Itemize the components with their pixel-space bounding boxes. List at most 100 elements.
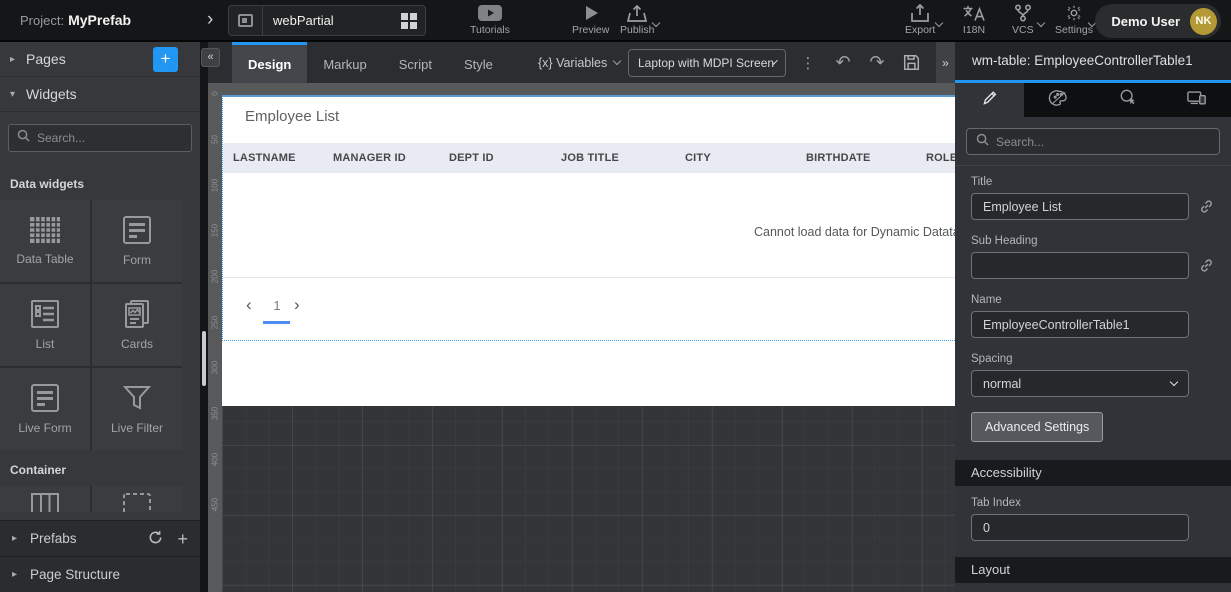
chevron-down-icon: [1037, 19, 1045, 27]
tab-script[interactable]: Script: [383, 42, 448, 83]
pager-next-icon[interactable]: ›: [294, 295, 300, 315]
sidebar-item-prefabs[interactable]: ▸ Prefabs +: [0, 520, 200, 556]
preview-button[interactable]: Preview: [572, 4, 609, 36]
partial-tab-label: webPartial: [263, 13, 393, 28]
ruler-tick: 300: [211, 353, 220, 383]
partial-icon: [229, 6, 263, 35]
column-header[interactable]: JOB TITLE: [561, 152, 685, 164]
widget-search-input[interactable]: [37, 131, 192, 145]
collapse-sidebar-button[interactable]: «: [201, 48, 220, 67]
device-selector-value: Laptop with MDPI Screen: [638, 56, 774, 70]
widget-tile-live-form[interactable]: Live Form: [0, 368, 90, 450]
save-icon[interactable]: [898, 42, 924, 83]
bind-link-icon[interactable]: [1198, 257, 1215, 274]
sidebar-item-widgets[interactable]: ▾ Widgets: [0, 77, 200, 112]
data-table-widget[interactable]: Employee List LASTNAME MANAGER ID DEPT I…: [222, 95, 955, 341]
properties-search[interactable]: [966, 128, 1220, 155]
properties-form: Title Sub Heading Name Spacing: [955, 166, 1231, 583]
column-header[interactable]: DEPT ID: [449, 152, 561, 164]
widget-tile-cards[interactable]: Cards: [92, 284, 182, 366]
publish-button[interactable]: Publish: [620, 4, 654, 36]
page-structure-label: Page Structure: [30, 567, 120, 582]
column-header[interactable]: ROLE: [926, 152, 956, 164]
pager-page-number[interactable]: 1: [267, 298, 287, 313]
sidebar-item-pages[interactable]: ▸ Pages +: [0, 42, 200, 77]
page-preview[interactable]: Employee List LASTNAME MANAGER ID DEPT I…: [222, 95, 955, 406]
name-field-label: Name: [971, 294, 1215, 306]
column-header[interactable]: BIRTHDATE: [806, 152, 926, 164]
widget-tile-list[interactable]: List: [0, 284, 90, 366]
redo-icon[interactable]: ↷: [864, 42, 890, 83]
partial-tab[interactable]: webPartial: [228, 5, 426, 36]
tab-markup[interactable]: Markup: [307, 42, 382, 83]
undo-icon[interactable]: ↶: [830, 42, 856, 83]
add-prefab-button[interactable]: +: [177, 530, 188, 548]
vcs-button[interactable]: VCS: [1012, 4, 1034, 36]
properties-search-input[interactable]: [996, 135, 1210, 149]
ruler-tick: 150: [211, 216, 220, 246]
tutorials-button[interactable]: Tutorials: [470, 4, 510, 36]
widget-tile-data-table[interactable]: Data Table: [0, 200, 90, 282]
container-widgets-grid: [0, 486, 182, 512]
prefabs-label: Prefabs: [30, 531, 77, 546]
add-page-button[interactable]: +: [153, 47, 178, 72]
table-empty-message: Cannot load data for Dynamic Datata: [754, 225, 956, 239]
wavemaker-studio: Project:MyPrefab › webPartial Tutorials …: [0, 0, 1231, 592]
bind-link-icon[interactable]: [1198, 198, 1215, 215]
title-field-label: Title: [971, 176, 1215, 188]
tab-style[interactable]: Style: [448, 42, 509, 83]
sidebar-gutter: [200, 42, 208, 592]
tab-styles[interactable]: [1024, 83, 1093, 117]
pencil-icon: [982, 90, 998, 111]
column-header[interactable]: LASTNAME: [233, 152, 333, 164]
search-icon: [976, 133, 989, 151]
more-options-icon[interactable]: ⋮: [800, 42, 816, 83]
advanced-settings-button[interactable]: Advanced Settings: [971, 412, 1103, 442]
widget-tile-live-filter[interactable]: Live Filter: [92, 368, 182, 450]
variables-label: {x} Variables: [538, 56, 607, 70]
widget-tile-container[interactable]: [92, 486, 182, 512]
pager-prev-icon[interactable]: ‹: [246, 295, 252, 315]
widget-tile-layout-grid[interactable]: [0, 486, 90, 512]
user-menu[interactable]: Demo User NK: [1095, 4, 1221, 38]
ruler-tick: 0: [211, 79, 220, 109]
tab-devices[interactable]: [1162, 83, 1231, 117]
tab-events[interactable]: [1093, 83, 1162, 117]
column-header[interactable]: CITY: [685, 152, 806, 164]
column-header[interactable]: MANAGER ID: [333, 152, 449, 164]
subheading-field-input[interactable]: [971, 252, 1189, 279]
title-field-input[interactable]: [971, 193, 1189, 220]
tab-design[interactable]: Design: [232, 42, 307, 83]
export-button[interactable]: Export: [905, 4, 935, 36]
i18n-button[interactable]: I18N: [962, 4, 986, 36]
table-title: Employee List: [245, 108, 339, 125]
avatar: NK: [1190, 8, 1217, 35]
data-widgets-grid: Data Table Form List Cards: [0, 200, 182, 450]
subheading-field-label: Sub Heading: [971, 235, 1215, 247]
widget-tile-form[interactable]: Form: [92, 200, 182, 282]
pages-label: Pages: [26, 51, 66, 67]
sidebar-scrollbar[interactable]: [202, 331, 206, 386]
tab-index-field-input[interactable]: [971, 514, 1189, 541]
tab-properties[interactable]: [955, 83, 1024, 117]
i18n-translate-icon: [962, 4, 986, 22]
sidebar-bottom: ▸ Prefabs + ▸ Page Structure: [0, 520, 200, 592]
settings-button[interactable]: Settings: [1055, 4, 1093, 36]
widget-search[interactable]: [8, 124, 192, 152]
panel-tabs: [955, 83, 1231, 117]
device-selector[interactable]: Laptop with MDPI Screen: [628, 49, 786, 77]
accessibility-section-header[interactable]: Accessibility: [955, 460, 1231, 486]
expand-toolbar-button[interactable]: »: [936, 42, 955, 83]
search-icon: [17, 129, 30, 147]
dashboard-grid-icon[interactable]: [393, 13, 425, 29]
layout-section-header[interactable]: Layout: [955, 557, 1231, 583]
sidebar-item-page-structure[interactable]: ▸ Page Structure: [0, 556, 200, 592]
refresh-icon[interactable]: [148, 530, 163, 548]
variables-dropdown[interactable]: {x} Variables: [538, 42, 620, 83]
table-header-row: LASTNAME MANAGER ID DEPT ID JOB TITLE CI…: [223, 143, 956, 173]
caret-down-icon: ▾: [10, 89, 26, 100]
table-body: Cannot load data for Dynamic Datata: [223, 173, 956, 277]
ruler-tick: 100: [211, 171, 220, 201]
spacing-select[interactable]: normal: [971, 370, 1189, 397]
name-field-input[interactable]: [971, 311, 1189, 338]
